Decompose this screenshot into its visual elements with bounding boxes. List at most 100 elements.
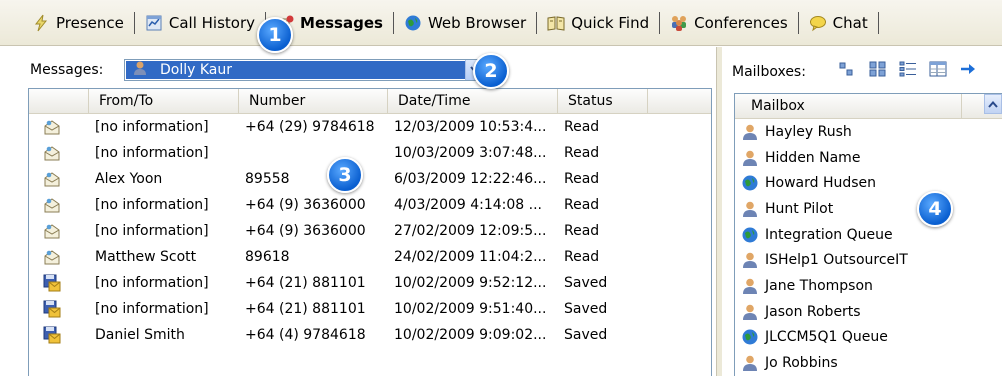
column-header-from-to[interactable]: From/To (89, 89, 239, 113)
messages-label: Messages: (30, 62, 104, 78)
large-icons-icon (869, 61, 886, 77)
column-divider (961, 94, 962, 118)
mailbox-name: Hunt Pilot (765, 200, 834, 217)
tab-chat[interactable]: Chat (803, 8, 874, 38)
chevron-up-icon (988, 100, 998, 108)
details-view-button[interactable] (928, 59, 948, 79)
table-row[interactable]: [no information] +64 (9) 3636000 4/03/2009… (29, 192, 711, 218)
table-row[interactable]: Daniel Smith +64 (4) 9784618 10/02/2009 9:… (29, 322, 711, 348)
globe-icon (741, 226, 759, 244)
callout-2: 2 (473, 53, 509, 89)
tab-call-history[interactable]: Call History (139, 8, 261, 38)
mailbox-name: Jo Robbins (765, 355, 838, 372)
callout-3: 3 (327, 157, 363, 193)
mailbox-name: Jason Roberts (765, 303, 861, 320)
column-header-status[interactable]: Status (558, 89, 648, 113)
cell-from-to: [no information] (95, 119, 209, 135)
mailbox-select[interactable]: Dolly Kaur (124, 59, 486, 81)
arrow-right-icon (961, 64, 975, 74)
mailbox-name: Howard Hudsen (765, 175, 877, 192)
tab-quick-find[interactable]: Quick Find (541, 8, 655, 38)
selected-mailbox-name: Dolly Kaur (160, 62, 233, 78)
mailboxes-label: Mailboxes: (732, 64, 806, 80)
mailbox-item[interactable]: JLCCM5Q1 Queue (735, 325, 1002, 351)
table-row[interactable]: Alex Yoon 89558 6/03/2009 12:22:46... Read (29, 166, 711, 192)
mailbox-view-toolbar (838, 59, 978, 79)
tab-divider (392, 11, 394, 34)
list-icon (899, 61, 916, 77)
cell-datetime: 6/03/2009 12:22:46... (394, 171, 547, 187)
tab-divider (877, 11, 879, 34)
cell-number (245, 140, 388, 166)
cell-number: +64 (9) 3636000 (245, 197, 366, 213)
cell-datetime: 10/02/2009 9:52:12... (394, 275, 547, 291)
messages-panel: Messages: Dolly Kaur From/To Number Date… (20, 50, 715, 376)
tab-label: Presence (56, 13, 124, 32)
mailbox-name: Hayley Rush (765, 123, 852, 140)
small-icons-view-button[interactable] (838, 59, 858, 79)
cell-from-to: [no information] (95, 197, 209, 213)
mailbox-item[interactable]: Howard Hudsen (735, 170, 1002, 196)
table-row[interactable]: [no information] +64 (29) 9784618 12/03/20… (29, 114, 711, 140)
mailbox-item[interactable]: Jane Thompson (735, 273, 1002, 299)
mailbox-item[interactable]: ISHelp1 OutsourceIT (735, 247, 1002, 273)
saved-message-icon (43, 296, 83, 322)
tab-bar: Presence Call History Messages Web Brows… (0, 0, 1002, 46)
cell-status: Read (564, 145, 600, 161)
callout-4: 4 (917, 191, 953, 227)
mailbox-name: Hidden Name (765, 149, 861, 166)
scroll-up-button[interactable] (984, 94, 1002, 114)
mailbox-item[interactable]: Hunt Pilot (735, 196, 1002, 222)
conferences-icon (670, 14, 688, 32)
large-icons-view-button[interactable] (868, 59, 888, 79)
mailbox-name: Integration Queue (765, 226, 893, 243)
details-icon (929, 61, 947, 77)
saved-message-icon (43, 270, 83, 296)
tab-divider (536, 11, 538, 34)
cell-from-to: [no information] (95, 275, 209, 291)
cell-number: 89618 (245, 249, 290, 265)
chat-bubble-icon (809, 14, 827, 32)
globe-icon (741, 328, 759, 346)
mailbox-list-header[interactable]: Mailbox (735, 94, 1002, 119)
tab-label: Call History (168, 13, 256, 32)
table-body: [no information] +64 (29) 9784618 12/03/20… (29, 114, 711, 348)
read-message-icon (43, 140, 83, 166)
cell-datetime: 10/02/2009 9:51:40... (394, 301, 547, 317)
table-row[interactable]: Matthew Scott 89618 24/02/2009 11:04:2... R… (29, 244, 711, 270)
cell-number: 89558 (245, 171, 290, 187)
tab-divider (133, 11, 135, 34)
cell-status: Saved (564, 327, 608, 343)
table-row[interactable]: [no information] +64 (21) 881101 10/02/200… (29, 270, 711, 296)
list-view-button[interactable] (898, 59, 918, 79)
table-row[interactable]: [no information] 10/03/2009 3:07:48... Rea… (29, 140, 711, 166)
mailbox-item[interactable]: Hidden Name (735, 145, 1002, 171)
tab-presence[interactable]: Presence (26, 8, 130, 38)
person-icon (741, 277, 759, 295)
mailbox-item[interactable]: Hayley Rush (735, 119, 1002, 145)
column-header-number[interactable]: Number (239, 89, 388, 113)
cell-number: +64 (9) 3636000 (245, 223, 366, 239)
cell-from-to: [no information] (95, 301, 209, 317)
cell-from-to: Alex Yoon (95, 171, 163, 187)
tab-label: Conferences (694, 13, 788, 32)
mailbox-item[interactable]: Jason Roberts (735, 299, 1002, 325)
table-row[interactable]: [no information] +64 (21) 881101 10/02/200… (29, 296, 711, 322)
person-icon (741, 354, 759, 372)
column-header-icon[interactable] (29, 89, 89, 113)
mailbox-item[interactable]: Integration Queue (735, 222, 1002, 248)
table-row[interactable]: [no information] +64 (9) 3636000 27/02/200… (29, 218, 711, 244)
cell-status: Read (564, 119, 600, 135)
mailbox-items: Hayley Rush Hidden Name Howard Hudsen Hunt … (735, 119, 1002, 376)
tab-conferences[interactable]: Conferences (664, 8, 794, 38)
expand-arrow-button[interactable] (958, 59, 978, 79)
mailbox-item[interactable]: Jo Robbins (735, 350, 1002, 376)
column-header-datetime[interactable]: Date/Time (388, 89, 558, 113)
read-message-icon (43, 192, 83, 218)
tab-web-browser[interactable]: Web Browser (398, 8, 532, 38)
person-icon (741, 123, 759, 141)
cell-number: +64 (4) 9784618 (245, 327, 366, 343)
mailboxes-panel: Mailboxes: Mailbox Hayley Rush Hidden Na… (722, 47, 1002, 376)
tab-divider (659, 11, 661, 34)
small-icons-icon (839, 62, 853, 76)
